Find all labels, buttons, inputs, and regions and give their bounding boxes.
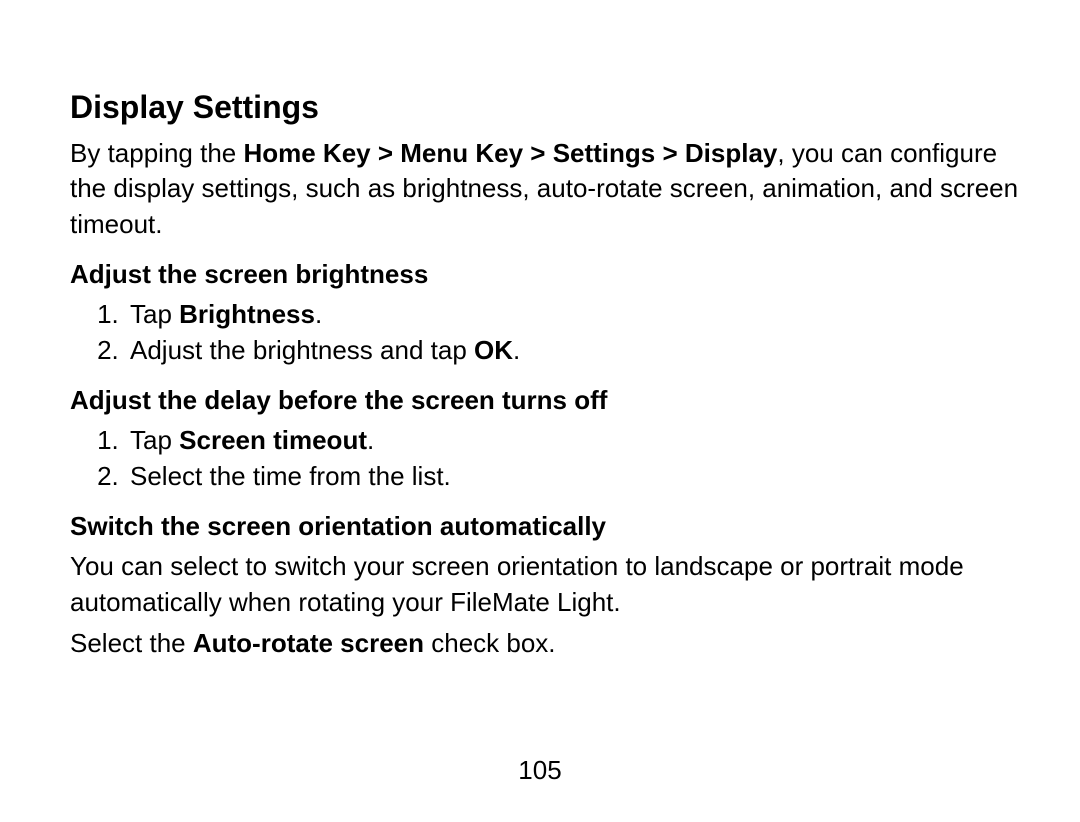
page-title: Display Settings xyxy=(70,88,1020,126)
step-text: Select the time from the list. xyxy=(130,461,451,491)
line-text: check box. xyxy=(424,628,556,658)
line-bold: Auto-rotate screen xyxy=(193,628,424,658)
list-item: Tap Screen timeout. xyxy=(126,423,1020,458)
steps-brightness: Tap Brightness. Adjust the brightness an… xyxy=(70,297,1020,367)
list-item: Tap Brightness. xyxy=(126,297,1020,332)
step-text: Tap xyxy=(130,299,179,329)
intro-paragraph: By tapping the Home Key > Menu Key > Set… xyxy=(70,136,1020,241)
section-heading-orientation: Switch the screen orientation automatica… xyxy=(70,510,1020,544)
step-bold: OK xyxy=(474,335,513,365)
step-text: . xyxy=(367,425,374,455)
step-text: Tap xyxy=(130,425,179,455)
step-text: . xyxy=(315,299,322,329)
intro-text-pre: By tapping the xyxy=(70,138,243,168)
list-item: Select the time from the list. xyxy=(126,459,1020,494)
step-text: Adjust the brightness and tap xyxy=(130,335,474,365)
orientation-instruction: Select the Auto-rotate screen check box. xyxy=(70,626,1020,661)
intro-bold-path: Home Key > Menu Key > Settings > Display xyxy=(243,138,777,168)
steps-timeout: Tap Screen timeout. Select the time from… xyxy=(70,423,1020,493)
step-bold: Brightness xyxy=(179,299,315,329)
section-heading-brightness: Adjust the screen brightness xyxy=(70,258,1020,292)
step-bold: Screen timeout xyxy=(179,425,367,455)
page-number: 105 xyxy=(0,755,1080,786)
section-heading-timeout: Adjust the delay before the screen turns… xyxy=(70,384,1020,418)
list-item: Adjust the brightness and tap OK. xyxy=(126,333,1020,368)
document-page: Display Settings By tapping the Home Key… xyxy=(0,0,1080,822)
step-text: . xyxy=(513,335,520,365)
line-text: Select the xyxy=(70,628,193,658)
orientation-paragraph: You can select to switch your screen ori… xyxy=(70,549,1020,619)
